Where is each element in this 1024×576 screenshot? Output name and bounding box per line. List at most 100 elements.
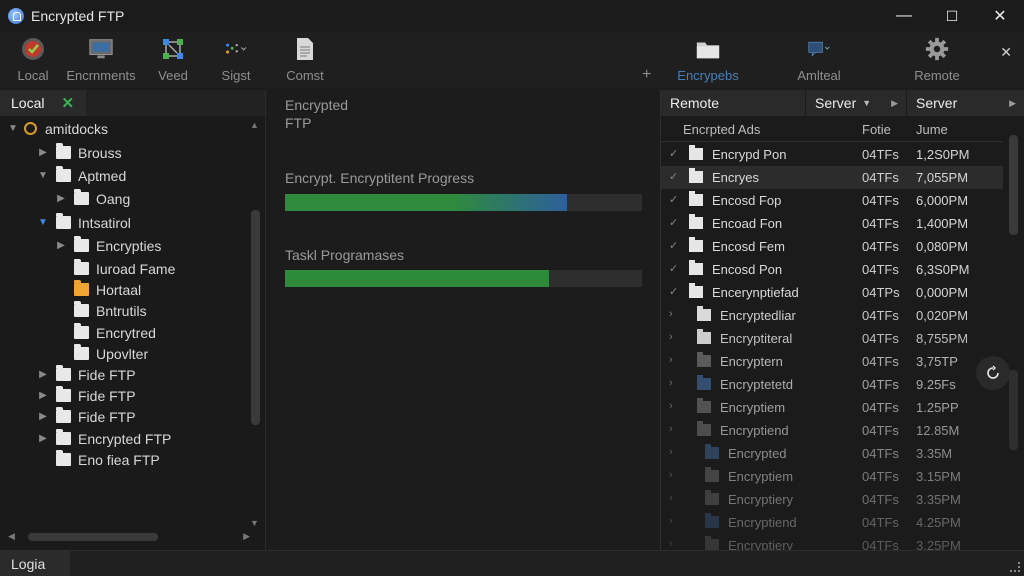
scroll-right-icon[interactable]: ▶ (243, 531, 250, 542)
tree-item[interactable]: ▶ Fide FTP (38, 406, 136, 427)
expand-right-icon[interactable]: ▶ (38, 147, 48, 158)
remote-file-row[interactable]: › Encryptern 04TFs 3,75TP (661, 350, 1003, 373)
toolbar-close-icon[interactable]: ✕ (1000, 44, 1012, 61)
chevron-right-icon[interactable]: › (669, 331, 673, 343)
tree-item[interactable]: ▶ Fide FTP (38, 364, 136, 385)
expand-down-icon[interactable]: ▼ (38, 217, 48, 228)
tree-item[interactable]: ▶ Fide FTP (38, 385, 136, 406)
server-dropdown-1[interactable]: Server ▼ ▶ (806, 90, 907, 116)
toolbar-remote-button[interactable]: Remote (900, 36, 974, 88)
chevron-right-icon[interactable]: › (669, 446, 673, 458)
tab-close-icon[interactable]: ✕ (61, 94, 74, 112)
check-icon[interactable]: ✓ (669, 216, 678, 229)
remote-scroll-thumb[interactable] (1009, 135, 1018, 235)
tree-item[interactable]: Hortaal (56, 279, 141, 300)
remote-header[interactable]: Remote (661, 90, 806, 116)
check-icon[interactable]: ✓ (669, 170, 678, 183)
remote-vertical-scrollbar[interactable] (1004, 120, 1024, 540)
remote-file-row[interactable]: ✓ Encrypd Pon 04TFs 1,2S0PM (661, 143, 1003, 166)
chevron-right-icon[interactable]: › (669, 423, 673, 435)
folder-icon (56, 143, 71, 159)
tree-item[interactable]: Encrytred (56, 322, 156, 343)
expand-down-icon[interactable]: ▼ (8, 123, 18, 134)
maximize-button[interactable]: ☐ (928, 0, 976, 32)
remote-file-row[interactable]: ✓ Encerynptiefad 04TPs 0,000PM (661, 281, 1003, 304)
remote-file-time: 4.25PM (916, 515, 961, 530)
scroll-up-icon[interactable]: ▲ (250, 120, 259, 130)
server-dropdown-2[interactable]: Server ▶ (907, 90, 1024, 116)
remote-file-row[interactable]: ✓ Encosd Fop 04TFs 6,000PM (661, 189, 1003, 212)
remote-file-row[interactable]: › Encryptiem 04TFs 3.15PM (661, 465, 1003, 488)
check-icon[interactable]: ✓ (669, 193, 678, 206)
expand-right-icon[interactable]: ▶ (56, 240, 66, 251)
remote-file-row[interactable]: › Encryptetetd 04TFs 9.25Fs (661, 373, 1003, 396)
tree-item[interactable]: Upovlter (56, 343, 148, 364)
toolbar-local-button[interactable]: Local (0, 36, 70, 88)
scroll-down-icon[interactable]: ▼ (250, 518, 259, 528)
remote-file-row[interactable]: ✓ Encryes 04TFs 7,055PM (661, 166, 1003, 189)
tree-item[interactable]: ▼ amitdocks (8, 118, 108, 139)
chevron-right-icon[interactable]: › (669, 354, 673, 366)
tab-log[interactable]: Logia (0, 551, 70, 576)
expand-down-icon[interactable]: ▼ (38, 170, 48, 181)
expand-right-icon[interactable]: ▶ (38, 390, 48, 401)
tree-item[interactable]: Iuroad Fame (56, 258, 175, 279)
resize-grip-icon[interactable] (1010, 562, 1020, 572)
local-vertical-scrollbar[interactable]: ▲ ▼ (248, 120, 262, 528)
remote-file-row[interactable]: › Encryptedliar 04TFs 0,020PM (661, 304, 1003, 327)
column-header-name[interactable]: Encrpted Ads (683, 118, 760, 140)
chevron-right-icon[interactable]: › (669, 377, 673, 389)
remote-file-row[interactable]: ✓ Encoad Fon 04TFs 1,400PM (661, 212, 1003, 235)
close-button[interactable]: ✕ (976, 0, 1024, 32)
check-icon[interactable]: ✓ (669, 239, 678, 252)
remote-file-row[interactable]: › Encryptiend 04TFs 12.85M (661, 419, 1003, 442)
tree-item[interactable]: ▶ Encrypted FTP (38, 428, 171, 449)
scroll-thumb[interactable] (251, 210, 260, 425)
remote-file-size: 04TFs (862, 354, 899, 369)
chevron-right-icon[interactable]: › (669, 469, 673, 481)
chevron-right-icon[interactable]: › (669, 515, 673, 527)
scroll-left-icon[interactable]: ◀ (8, 531, 15, 542)
column-header-size[interactable]: Fotie (862, 118, 891, 140)
remote-file-row[interactable]: › Encrypted 04TFs 3.35M (661, 442, 1003, 465)
tab-local[interactable]: Local ✕ (0, 90, 86, 116)
remote-file-row[interactable]: ✓ Encosd Pon 04TFs 6,3S0PM (661, 258, 1003, 281)
tree-item[interactable]: ▼ Intsatirol (38, 212, 131, 233)
remote-file-row[interactable]: › Encryptiem 04TFs 1.25PP (661, 396, 1003, 419)
chevron-right-icon[interactable]: › (669, 492, 673, 504)
check-icon[interactable]: ✓ (669, 147, 678, 160)
remote-file-row[interactable]: ✓ Encosd Fem 04TFs 0,080PM (661, 235, 1003, 258)
tree-item[interactable]: Bntrutils (56, 300, 147, 321)
refresh-icon[interactable] (976, 356, 1010, 390)
remote-scroll-thumb-secondary[interactable] (1009, 370, 1018, 450)
toolbar-encrypebs-button[interactable]: Encrypebs (671, 36, 745, 88)
chevron-right-icon[interactable]: › (669, 538, 673, 550)
expand-right-icon[interactable]: ▶ (56, 193, 66, 204)
tree-item[interactable]: ▶ Oang (56, 188, 130, 209)
chevron-right-icon[interactable]: › (669, 308, 673, 320)
expand-right-icon[interactable]: ▶ (38, 369, 48, 380)
local-horizontal-scrollbar[interactable]: ◀ ▶ (8, 530, 250, 544)
toolbar-comst-button[interactable]: Comst (268, 36, 342, 88)
tab-local-label: Local (11, 95, 45, 111)
toolbar-encrnments-button[interactable]: Encrnments (64, 36, 138, 88)
tree-item[interactable]: ▶ Brouss (38, 142, 122, 163)
tree-item[interactable]: ▶ Encrypties (56, 235, 161, 256)
column-header-time[interactable]: Jume (916, 118, 948, 140)
toolbar-amlteal-button[interactable]: Amlteal (782, 36, 856, 88)
tree-item[interactable]: ▼ Aptmed (38, 165, 126, 186)
hscroll-thumb[interactable] (28, 533, 158, 541)
remote-file-name: Encryptiend (728, 515, 797, 530)
remote-file-row[interactable]: › Encryptiteral 04TFs 8,755PM (661, 327, 1003, 350)
expand-right-icon[interactable]: ▶ (38, 411, 48, 422)
expand-right-icon[interactable]: ▶ (38, 433, 48, 444)
remote-file-row[interactable]: › Encryptiery 04TFs 3.35PM (661, 488, 1003, 511)
check-icon[interactable]: ✓ (669, 285, 678, 298)
chevron-right-icon[interactable]: › (669, 400, 673, 412)
check-icon[interactable]: ✓ (669, 262, 678, 275)
add-tab-icon[interactable]: + (642, 66, 651, 84)
minimize-button[interactable]: — (880, 0, 928, 32)
tree-item[interactable]: Eno fiea FTP (38, 449, 160, 470)
remote-file-row[interactable]: › Encryptiend 04TFs 4.25PM (661, 511, 1003, 534)
toolbar-sigst-button[interactable]: Sigst (199, 36, 273, 88)
